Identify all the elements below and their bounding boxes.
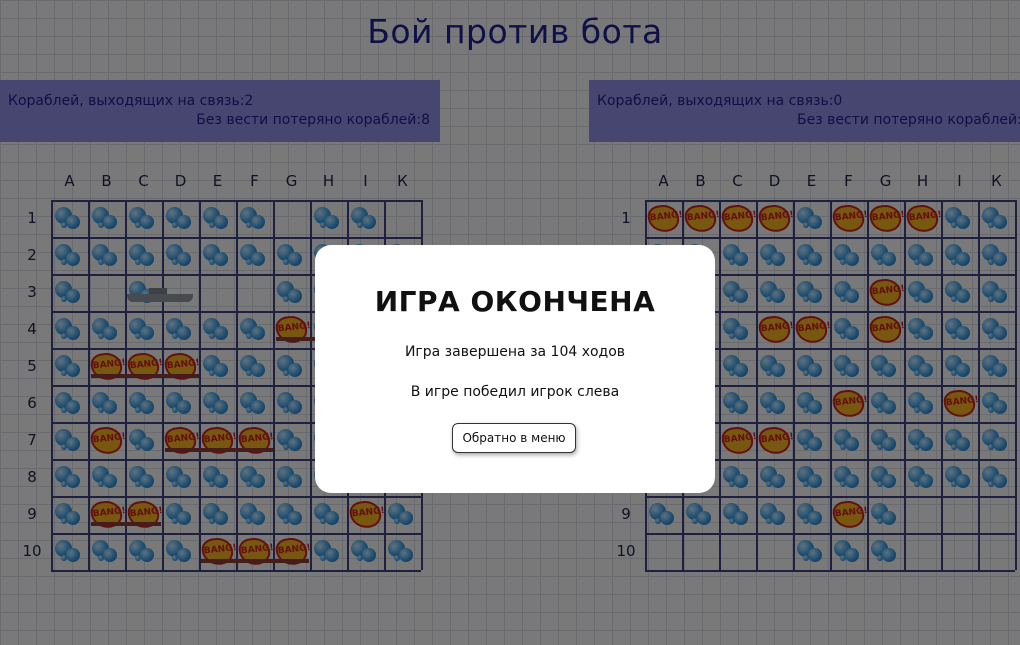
back-to-menu-button[interactable]: Обратно в меню	[452, 423, 576, 453]
game-over-dialog: ИГРА ОКОНЧЕНА Игра завершена за 104 ходо…	[315, 245, 715, 493]
winner-text: В игре победил игрок слева	[410, 384, 620, 400]
moves-count-text: Игра завершена за 104 ходов	[404, 344, 626, 360]
dialog-title: ИГРА ОКОНЧЕНА	[374, 285, 656, 318]
